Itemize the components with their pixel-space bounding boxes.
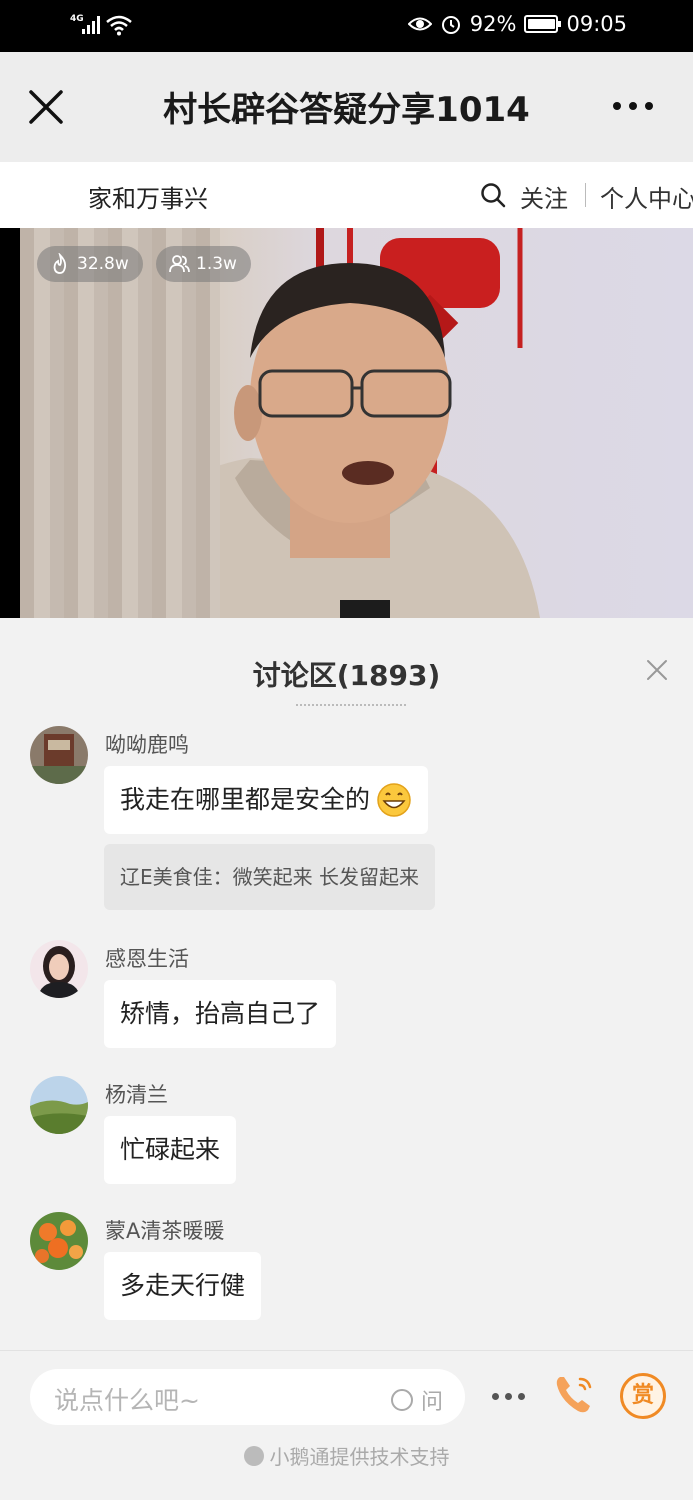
discussion-title: 讨论区(1893): [252, 659, 441, 692]
battery-icon: [524, 15, 562, 33]
message-text: 忙碌起来: [120, 1135, 221, 1164]
eye-icon: [407, 17, 432, 31]
heat-badge: 32.8w: [37, 246, 143, 282]
avatar[interactable]: [30, 1212, 88, 1270]
more-icon[interactable]: [613, 102, 653, 110]
ask-toggle[interactable]: 问: [390, 1384, 443, 1416]
message-text: 矫情，抬高自己了: [120, 999, 321, 1028]
powered-by: 小鹅通提供技术支持: [0, 1441, 693, 1470]
viewers-badge: 1.3w: [156, 246, 251, 282]
scroll-divider: [296, 704, 406, 708]
message-bubble[interactable]: 矫情，抬高自己了: [104, 980, 337, 1048]
fire-icon: [53, 253, 67, 274]
message-bubble[interactable]: 多走天行健: [104, 1252, 262, 1320]
discussion-panel: 讨论区(1893) 呦呦鹿鸣 我走在哪里都是安全的 辽E美食佳：微笑起来 长发留…: [0, 618, 693, 1350]
nickname: 感恩生活: [105, 947, 189, 971]
page-title: 村长辟谷答疑分享1014: [163, 90, 530, 130]
channel-bar: 家和万事兴 关注 个人中心: [0, 162, 693, 228]
status-bar: 4G 92% 09:05: [0, 0, 693, 52]
search-icon[interactable]: [480, 182, 506, 208]
wifi-icon: [106, 15, 132, 36]
avatar[interactable]: [30, 726, 88, 784]
personal-center-link[interactable]: 个人中心: [600, 179, 693, 214]
nickname: 杨清兰: [105, 1083, 168, 1107]
phone-icon[interactable]: [552, 1371, 598, 1417]
reward-button[interactable]: 赏: [620, 1373, 666, 1419]
channel-name[interactable]: 家和万事兴: [88, 179, 208, 214]
xiaoe-logo-icon: [243, 1445, 264, 1466]
quoted-reply: 辽E美食佳：微笑起来 长发留起来: [104, 844, 435, 910]
comment-input[interactable]: 说点什么吧~ 问: [30, 1369, 465, 1425]
close-icon[interactable]: [26, 87, 66, 127]
message-text: 我走在哪里都是安全的: [120, 785, 371, 814]
nickname: 呦呦鹿鸣: [105, 733, 189, 757]
users-icon: [169, 255, 190, 273]
title-bar: 村长辟谷答疑分享1014: [0, 52, 693, 162]
message-text: 多走天行健: [120, 1271, 246, 1300]
radio-icon: [390, 1389, 413, 1411]
avatar[interactable]: [30, 1076, 88, 1134]
avatar[interactable]: [30, 940, 88, 998]
ask-label: 问: [420, 1390, 443, 1415]
battery-percent: 92%: [469, 12, 517, 36]
more-icon[interactable]: [492, 1393, 525, 1400]
curtain: [20, 228, 220, 618]
grinning-face-icon: [377, 783, 411, 817]
clock: 09:05: [566, 12, 627, 36]
message-bubble[interactable]: 忙碌起来: [104, 1116, 237, 1184]
viewer-count: 1.3w: [196, 254, 237, 274]
message-bubble[interactable]: 我走在哪里都是安全的: [104, 766, 429, 834]
signal-icon: [82, 16, 100, 34]
heat-count: 32.8w: [77, 254, 129, 274]
powered-by-text: 小鹅通提供技术支持: [269, 1445, 450, 1469]
alarm-icon: [441, 16, 460, 34]
live-video[interactable]: 32.8w 1.3w: [0, 228, 693, 618]
input-placeholder: 说点什么吧~: [54, 1386, 200, 1415]
divider: [585, 183, 586, 207]
follow-button[interactable]: 关注: [520, 179, 568, 214]
nickname: 蒙A清茶暖暖: [105, 1219, 225, 1243]
bottom-bar: 说点什么吧~ 问 赏 小鹅通提供技术支持: [0, 1350, 693, 1500]
close-icon[interactable]: [645, 658, 669, 682]
